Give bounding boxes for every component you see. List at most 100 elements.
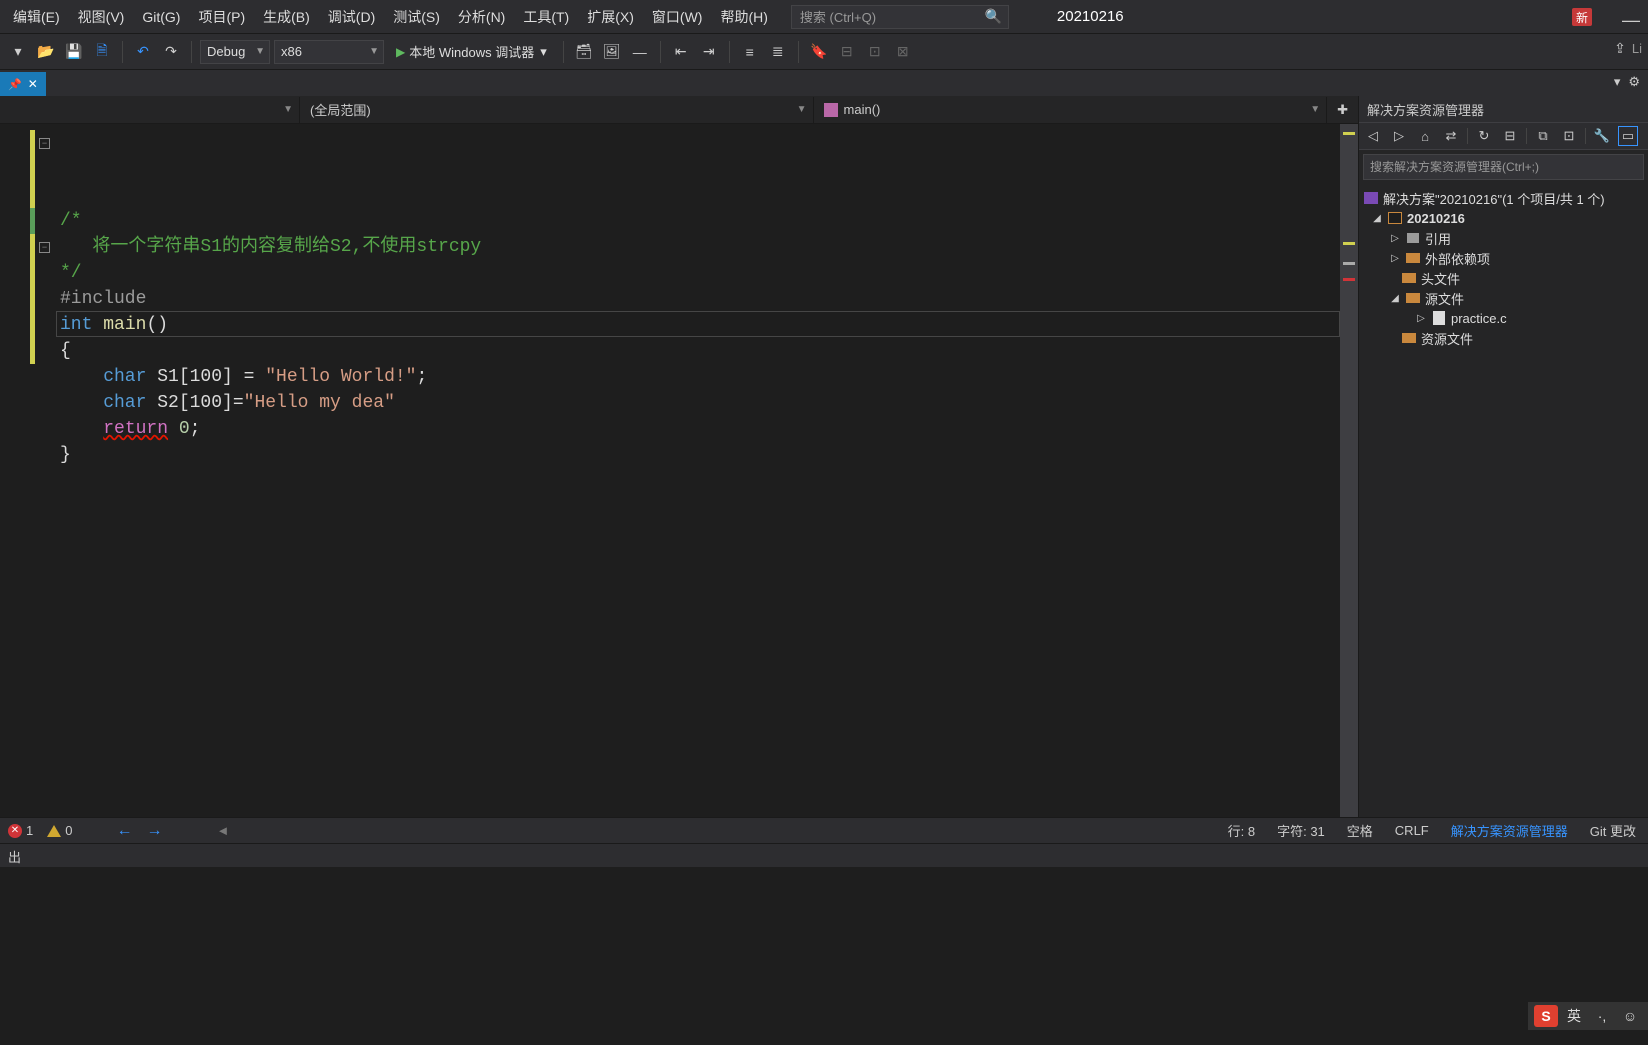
menu-edit[interactable]: 编辑(E) xyxy=(4,1,69,33)
filter-button[interactable]: ⊟ xyxy=(1500,126,1520,146)
expand-toggle[interactable]: ▷ xyxy=(1415,313,1427,324)
tree-solution[interactable]: 解决方案"20210216"(1 个项目/共 1 个) xyxy=(1359,188,1648,208)
code-line[interactable]: #include xyxy=(56,286,1340,312)
code-line[interactable]: 将一个字符串S1的内容复制给S2,不使用strcpy xyxy=(56,234,1340,260)
menu-window[interactable]: 窗口(W) xyxy=(643,1,712,33)
tree-project[interactable]: ◢ 20210216 xyxy=(1359,208,1648,228)
refresh-button[interactable]: ↻ xyxy=(1474,126,1494,146)
home-button[interactable]: ⌂ xyxy=(1415,126,1435,146)
chevron-down-icon: ▼ xyxy=(369,46,379,57)
collapse-all-button[interactable]: ⊡ xyxy=(1559,126,1579,146)
save-button[interactable]: 💾 xyxy=(62,40,86,64)
toolbar-icon[interactable]: ⊡ xyxy=(863,40,887,64)
ime-sogou-icon[interactable]: S xyxy=(1534,1005,1558,1027)
start-debugging-button[interactable]: ▶ 本地 Windows 调试器 ▾ xyxy=(388,39,555,64)
gear-icon[interactable]: ⚙ xyxy=(1628,74,1640,90)
git-changes-link[interactable]: Git 更改 xyxy=(1590,821,1636,840)
code-line[interactable]: return 0; xyxy=(56,416,1340,442)
menu-analyze[interactable]: 分析(N) xyxy=(449,1,514,33)
indent-mode[interactable]: 空格 xyxy=(1347,821,1373,840)
tree-resource-files[interactable]: 资源文件 xyxy=(1359,328,1648,348)
new-file-button[interactable]: ▾ xyxy=(6,40,30,64)
close-tab-button[interactable]: ✕ xyxy=(28,77,38,91)
tree-source-files[interactable]: ◢ 源文件 xyxy=(1359,288,1648,308)
toolbar-icon[interactable]: 🗃 xyxy=(572,40,596,64)
config-dropdown[interactable]: Debug ▼ xyxy=(200,40,270,64)
menu-build[interactable]: 生成(B) xyxy=(254,1,319,33)
code-line[interactable]: int main() xyxy=(56,312,1340,338)
ime-language[interactable]: 英 xyxy=(1562,1005,1586,1027)
properties-button[interactable]: 🔧 xyxy=(1592,126,1612,146)
share-icon[interactable]: ⇪ xyxy=(1614,40,1626,57)
minimize-button[interactable]: — xyxy=(1622,10,1640,31)
code-line[interactable]: /* xyxy=(56,208,1340,234)
code-line[interactable]: { xyxy=(56,338,1340,364)
menu-help[interactable]: 帮助(H) xyxy=(711,1,776,33)
toolbar-icon[interactable]: 🖼 xyxy=(600,40,624,64)
tab-overflow-button[interactable]: ▾ xyxy=(1614,74,1621,90)
ime-emoji[interactable]: ☺ xyxy=(1618,1005,1642,1027)
forward-button[interactable]: ▷ xyxy=(1389,126,1409,146)
new-badge[interactable]: 新 xyxy=(1572,8,1592,26)
tree-references[interactable]: ▷ 引用 xyxy=(1359,228,1648,248)
back-button[interactable]: ◁ xyxy=(1363,126,1383,146)
code-editor[interactable]: − − /* 将一个字符串S1的内容复制给S2,不使用strcpy*/#incl… xyxy=(0,124,1358,817)
comment-button[interactable]: ≡ xyxy=(738,40,762,64)
undo-button[interactable]: ↶ xyxy=(131,40,155,64)
toolbar-icon[interactable]: ⊠ xyxy=(891,40,915,64)
toolbar-icon[interactable]: ⊟ xyxy=(835,40,859,64)
project-scope-dropdown[interactable]: ▼ xyxy=(0,97,300,123)
expand-toggle[interactable]: ▷ xyxy=(1389,233,1401,244)
document-tab-active[interactable]: 📌 ✕ xyxy=(0,72,46,96)
global-search-input[interactable]: 搜索 (Ctrl+Q) 🔍 xyxy=(791,5,1009,29)
split-editor-button[interactable]: ✚ xyxy=(1327,97,1358,123)
menu-tools[interactable]: 工具(T) xyxy=(514,1,578,33)
ime-punctuation[interactable]: ·, xyxy=(1590,1005,1614,1027)
code-line[interactable]: */ xyxy=(56,260,1340,286)
live-share-label[interactable]: Li xyxy=(1632,41,1642,56)
menu-view[interactable]: 视图(V) xyxy=(69,1,134,33)
menu-test[interactable]: 测试(S) xyxy=(384,1,449,33)
fold-toggle[interactable]: − xyxy=(39,138,50,149)
bookmark-button[interactable]: 🔖 xyxy=(807,40,831,64)
tree-header-files[interactable]: 头文件 xyxy=(1359,268,1648,288)
toolbar-icon[interactable]: — xyxy=(628,40,652,64)
platform-dropdown[interactable]: x86 ▼ xyxy=(274,40,384,64)
code-line[interactable]: } xyxy=(56,442,1340,468)
expand-toggle[interactable]: ▷ xyxy=(1389,253,1401,264)
menu-extensions[interactable]: 扩展(X) xyxy=(578,1,643,33)
nav-forward-button[interactable]: → xyxy=(146,822,162,840)
tree-source-file[interactable]: ▷ practice.c xyxy=(1359,308,1648,328)
indent-left-button[interactable]: ⇤ xyxy=(669,40,693,64)
show-all-button[interactable]: ⧉ xyxy=(1533,126,1553,146)
scope-dropdown[interactable]: (全局范围) ▼ xyxy=(300,97,814,123)
menu-git[interactable]: Git(G) xyxy=(133,3,189,31)
fold-toggle[interactable]: − xyxy=(39,242,50,253)
error-count[interactable]: ✕ 1 xyxy=(8,823,33,838)
menu-project[interactable]: 项目(P) xyxy=(189,1,254,33)
vertical-scrollbar[interactable] xyxy=(1340,124,1358,817)
function-dropdown[interactable]: main() ▼ xyxy=(814,97,1328,123)
menu-debug[interactable]: 调试(D) xyxy=(319,1,384,33)
pin-icon[interactable]: 📌 xyxy=(8,78,22,91)
tree-external-deps[interactable]: ▷ 外部依赖项 xyxy=(1359,248,1648,268)
save-all-button[interactable]: 🗎 xyxy=(90,40,114,64)
redo-button[interactable]: ↷ xyxy=(159,40,183,64)
output-panel-tab[interactable]: 出 xyxy=(0,843,1648,867)
nav-back-button[interactable]: ← xyxy=(116,822,132,840)
expand-toggle[interactable]: ◢ xyxy=(1371,213,1383,224)
eol-mode[interactable]: CRLF xyxy=(1395,823,1429,838)
switch-views-button[interactable]: ⇄ xyxy=(1441,126,1461,146)
solution-explorer-link[interactable]: 解决方案资源管理器 xyxy=(1451,821,1568,840)
solution-search-input[interactable]: 搜索解决方案资源管理器(Ctrl+;) xyxy=(1363,154,1644,180)
open-file-button[interactable]: 📂 xyxy=(34,40,58,64)
warning-count[interactable]: 0 xyxy=(47,823,72,838)
expand-toggle[interactable]: ◢ xyxy=(1389,293,1401,304)
uncomment-button[interactable]: ≣ xyxy=(766,40,790,64)
code-line[interactable]: char S2[100]="Hello my dea" xyxy=(56,390,1340,416)
indent-right-button[interactable]: ⇥ xyxy=(697,40,721,64)
code-line[interactable]: char S1[100] = "Hello World!"; xyxy=(56,364,1340,390)
preview-button[interactable]: ▭ xyxy=(1618,126,1638,146)
code-content[interactable]: /* 将一个字符串S1的内容复制给S2,不使用strcpy*/#include … xyxy=(56,124,1340,817)
hscroll-left[interactable]: ◄ xyxy=(216,823,229,838)
